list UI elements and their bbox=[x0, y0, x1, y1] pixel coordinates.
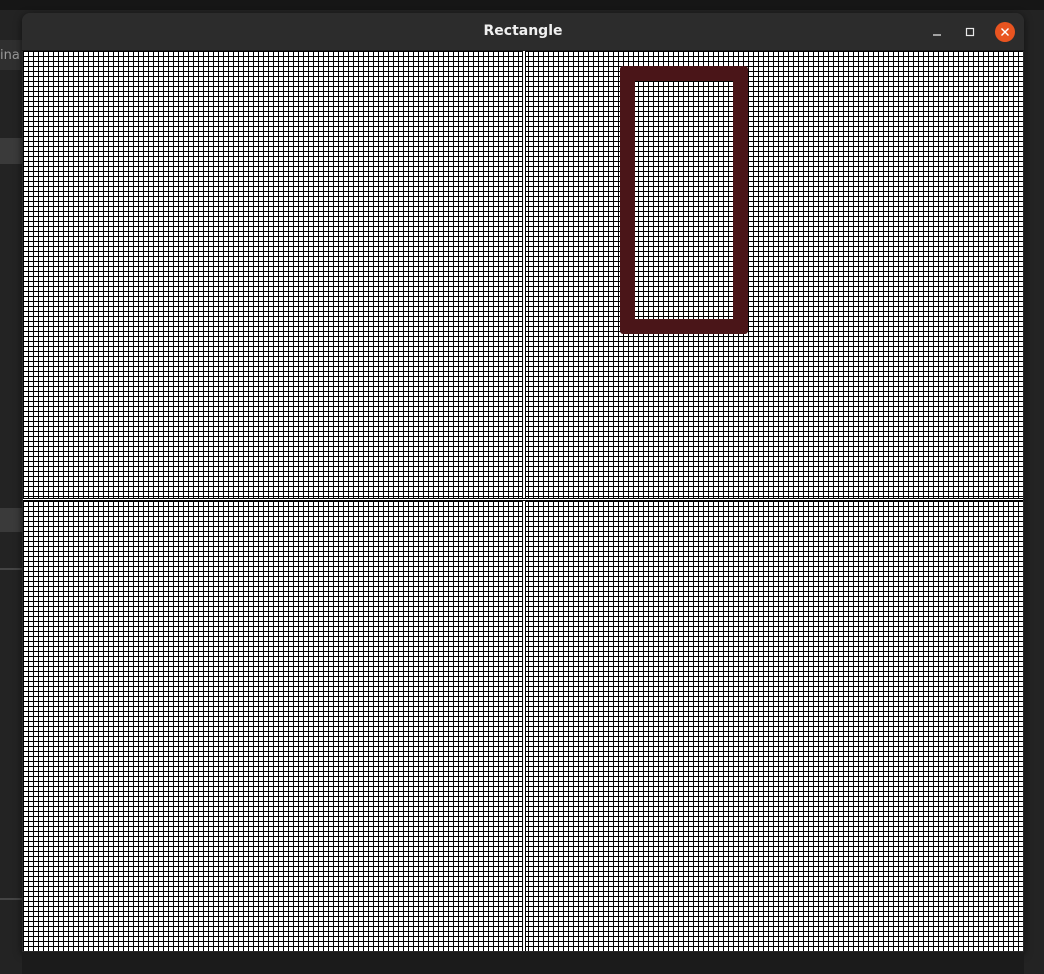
close-button[interactable] bbox=[995, 22, 1015, 42]
maximize-button[interactable] bbox=[960, 22, 980, 42]
background-window-row bbox=[0, 508, 22, 532]
window-titlebar[interactable]: Rectangle bbox=[22, 13, 1024, 51]
background-window-divider bbox=[0, 898, 22, 900]
background-window-text: ina bbox=[0, 48, 20, 63]
minimize-button[interactable] bbox=[927, 22, 947, 42]
rectangle-shape bbox=[620, 66, 748, 334]
top-panel bbox=[0, 0, 1044, 10]
background-window-divider bbox=[0, 568, 22, 570]
vertical-axis bbox=[522, 51, 526, 951]
drawing-canvas[interactable] bbox=[23, 51, 1023, 951]
desktop: ina Rectangle bbox=[0, 0, 1044, 974]
minimize-icon bbox=[933, 34, 941, 36]
horizontal-axis bbox=[23, 498, 1023, 501]
maximize-icon bbox=[965, 27, 975, 37]
rectangle-window: Rectangle bbox=[22, 13, 1024, 952]
window-bottom-shadow bbox=[22, 952, 1024, 974]
close-icon bbox=[1001, 28, 1009, 36]
window-title: Rectangle bbox=[483, 23, 563, 39]
background-window-row bbox=[0, 138, 22, 164]
